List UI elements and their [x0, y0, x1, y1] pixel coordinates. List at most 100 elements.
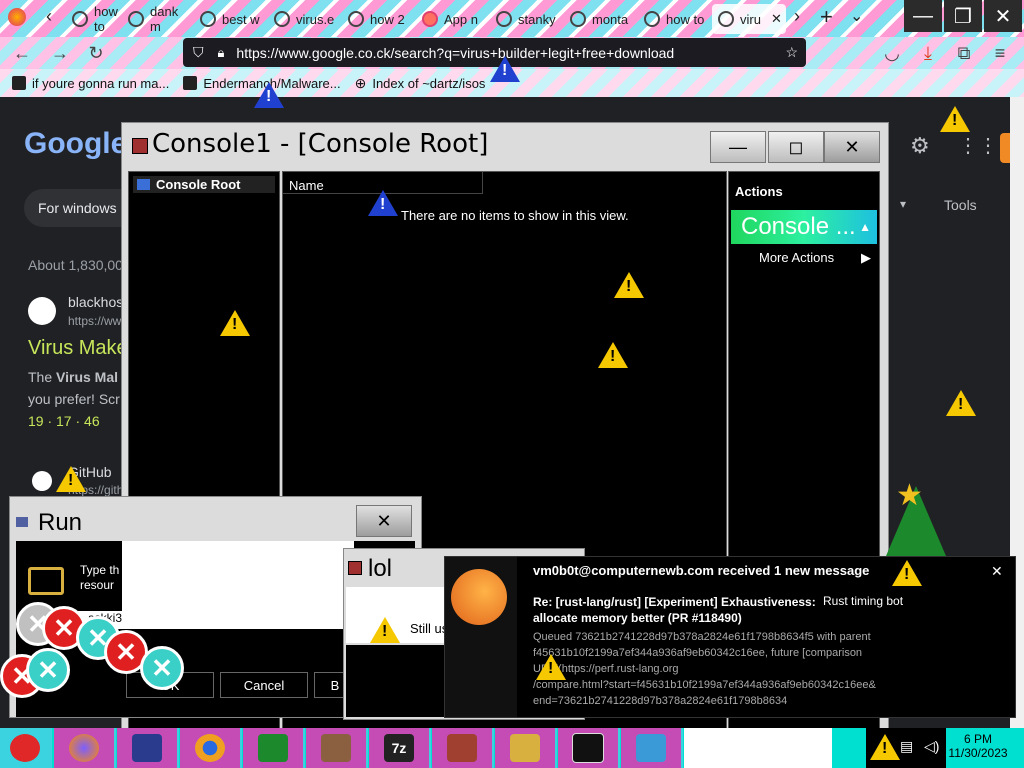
bookmark-star-icon[interactable]: ☆	[785, 44, 798, 61]
download-icon[interactable]: ⤓	[916, 41, 940, 65]
warning-icon[interactable]	[870, 734, 900, 760]
tab-active[interactable]: viru ✕	[712, 4, 786, 34]
tab[interactable]: App n	[416, 4, 488, 34]
taskbar-firefox[interactable]	[54, 728, 116, 768]
settings-gear-icon[interactable]: ⚙	[910, 133, 930, 159]
tab[interactable]: how 2	[342, 4, 414, 34]
google-logo[interactable]: Google	[24, 127, 127, 161]
maximize-button[interactable]: ❐	[944, 0, 982, 32]
cancel-button[interactable]: Cancel	[220, 672, 308, 698]
more-actions-item[interactable]: More Actions ▶	[759, 250, 871, 266]
volume-icon[interactable]: ◁)	[924, 738, 939, 755]
results-count: About 1,830,00	[28, 257, 123, 273]
run-icon	[16, 517, 28, 527]
firefox-menu-icon[interactable]	[8, 8, 26, 26]
lock-icon[interactable]: 🔒︎	[218, 45, 225, 61]
forward-icon[interactable]: →	[48, 41, 72, 65]
tree-item-console-root[interactable]: Console Root	[133, 176, 275, 193]
taskbar-piano[interactable]	[117, 728, 179, 768]
tab[interactable]: stanky	[490, 4, 562, 34]
submenu-arrow-icon: ▶	[861, 250, 871, 265]
bricks-icon	[321, 734, 351, 762]
warning-icon	[536, 654, 566, 680]
bookmark-item[interactable]: ⊕ Index of ~dartz/isos	[355, 75, 486, 92]
mail-notification[interactable]: vm0b0t@computernewb.com received 1 new m…	[444, 556, 1016, 718]
github-icon	[32, 471, 52, 491]
taskbar-bricks[interactable]	[306, 728, 368, 768]
tab[interactable]: virus.e	[268, 4, 340, 34]
notification-heading: vm0b0t@computernewb.com received 1 new m…	[533, 563, 870, 578]
close-button[interactable]: ✕	[984, 0, 1022, 32]
google-icon	[72, 11, 88, 27]
result-sitelinks[interactable]: 19 · 17 · 46	[28, 413, 100, 429]
apps-grid-icon[interactable]: ⋮⋮	[958, 133, 998, 158]
reload-icon[interactable]: ↻	[84, 41, 108, 65]
piano-icon	[132, 734, 162, 762]
notification-sender: Rust timing bot	[823, 594, 904, 608]
clock-time: 6 PM	[963, 732, 992, 746]
url-text[interactable]: https://www.google.co.ck/search?q=virus+…	[236, 45, 674, 61]
shield-icon[interactable]: ⛉	[193, 44, 204, 61]
result-title-link[interactable]: Virus Make	[28, 337, 128, 360]
filter-chevron-icon[interactable]: ▾	[900, 197, 906, 211]
collapse-icon[interactable]: ▲	[859, 220, 871, 234]
warning-icon	[892, 560, 922, 586]
close-tab-icon[interactable]: ✕	[771, 11, 782, 27]
github-icon	[183, 76, 198, 90]
star-icon: ★	[896, 479, 923, 512]
tab-scroll-right-icon[interactable]: ›	[794, 6, 800, 27]
result-url[interactable]: https://ww	[68, 314, 121, 328]
hamburger-menu-icon[interactable]: ≡	[988, 41, 1012, 65]
firefox-icon	[69, 734, 99, 762]
feedback-tab[interactable]	[1000, 133, 1010, 163]
result-site-name[interactable]: blackhos	[68, 294, 123, 310]
warning-icon	[490, 56, 520, 82]
minimize-button[interactable]: —	[710, 131, 766, 163]
run-description: Type th resour	[80, 563, 120, 592]
warning-icon	[56, 466, 86, 492]
extensions-icon[interactable]: ⧉	[952, 41, 976, 65]
back-icon[interactable]: ←	[10, 41, 34, 65]
taskbar-toolbox[interactable]	[621, 728, 683, 768]
maximize-button[interactable]: ◻	[768, 131, 824, 163]
google-icon	[496, 11, 512, 27]
result-snippet-2: you prefer! Scr	[28, 391, 120, 407]
google-icon	[200, 11, 216, 27]
result-snippet: The Virus Mal	[28, 369, 119, 385]
taskbar-terminal[interactable]	[558, 728, 620, 768]
actions-console-item[interactable]: Console ... ▲	[731, 210, 877, 244]
minimize-button[interactable]: —	[904, 0, 942, 32]
tab[interactable]: how to	[638, 4, 710, 34]
taskbar-drive[interactable]	[495, 728, 557, 768]
actions-header: Actions	[735, 184, 783, 199]
console-window-icon	[132, 138, 148, 154]
tab[interactable]: how to	[66, 4, 126, 34]
tab[interactable]: monta	[564, 4, 636, 34]
pocket-icon[interactable]: ◡	[880, 41, 904, 65]
toolbox-icon	[636, 734, 666, 762]
chrome-icon	[195, 734, 225, 762]
body-line: Queued 73621b2741228d97b378a2824e61f1798…	[533, 631, 871, 643]
close-button[interactable]: ✕	[356, 505, 412, 537]
run-dialog-icon	[28, 567, 64, 595]
network-icon[interactable]: ▤	[900, 738, 913, 755]
chevron-down-icon[interactable]: ⌄	[850, 6, 863, 26]
taskbar-radio[interactable]	[432, 728, 494, 768]
globe-icon: ⊕	[354, 74, 367, 91]
tab[interactable]: best w	[194, 4, 266, 34]
notification-close-button[interactable]: ✕	[991, 563, 1003, 580]
tab[interactable]: dank m	[122, 4, 192, 34]
google-icon	[644, 11, 660, 27]
taskbar-tree[interactable]	[243, 728, 305, 768]
7zip-icon: 7z	[384, 734, 414, 762]
taskbar-chrome[interactable]	[180, 728, 242, 768]
new-tab-button[interactable]: +	[820, 4, 833, 30]
clock[interactable]: 6 PM 11/30/2023	[946, 732, 1010, 760]
notification-body: Queued 73621b2741228d97b378a2824e61f1798…	[533, 629, 876, 709]
close-button[interactable]: ✕	[824, 131, 880, 163]
tools-button[interactable]: Tools	[944, 197, 977, 213]
start-button[interactable]	[0, 728, 52, 768]
bookmark-item[interactable]: if youre gonna run ma...	[12, 76, 169, 91]
tab-scroll-left-icon[interactable]: ‹	[46, 6, 52, 27]
taskbar-7zip[interactable]: 7z	[369, 728, 431, 768]
